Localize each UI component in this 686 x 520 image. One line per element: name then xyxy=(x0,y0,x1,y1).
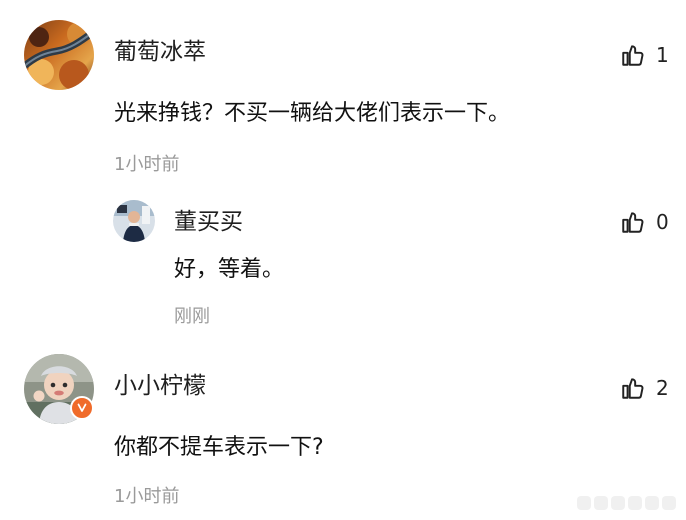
verified-v-glyph xyxy=(77,403,87,412)
reply-timestamp: 刚刚 xyxy=(174,306,210,327)
like-count: 2 xyxy=(656,376,669,400)
reply-author-name[interactable]: 董买买 xyxy=(174,209,243,235)
like-count: 0 xyxy=(656,210,669,234)
like-button[interactable]: 1 xyxy=(620,41,669,69)
like-button[interactable]: 2 xyxy=(620,374,669,402)
comment-text: 你都不提车表示一下? xyxy=(114,435,324,460)
avatar[interactable] xyxy=(113,200,155,242)
reply-item: 董买买 0 好，等着。 刚刚 xyxy=(0,190,686,340)
thumbs-up-icon xyxy=(622,212,644,233)
like-button[interactable]: 0 xyxy=(620,208,669,236)
thumbs-up-icon xyxy=(622,45,644,66)
comment-author-name[interactable]: 葡萄冰萃 xyxy=(114,39,206,65)
avatar-image xyxy=(24,20,94,90)
comment-text: 光来挣钱？不买一辆给大佬们表示一下。 xyxy=(114,101,511,126)
comment-timestamp: 1小时前 xyxy=(114,154,180,175)
avatar[interactable] xyxy=(24,20,94,90)
comment-author-name[interactable]: 小小柠檬 xyxy=(114,373,206,399)
avatar-image xyxy=(113,200,155,242)
watermark-decoration xyxy=(577,496,676,510)
thumbs-up-icon xyxy=(622,378,644,399)
comment-timestamp: 1小时前 xyxy=(114,486,180,507)
reply-text: 好，等着。 xyxy=(174,257,285,282)
comment-item-2: 小小柠檬 2 你都不提车表示一下? 1小时前 xyxy=(0,340,686,520)
verified-v-icon xyxy=(70,396,94,420)
like-count: 1 xyxy=(656,43,669,67)
comment-item-1: 葡萄冰萃 1 光来挣钱？不买一辆给大佬们表示一下。 1小时前 xyxy=(0,0,686,190)
